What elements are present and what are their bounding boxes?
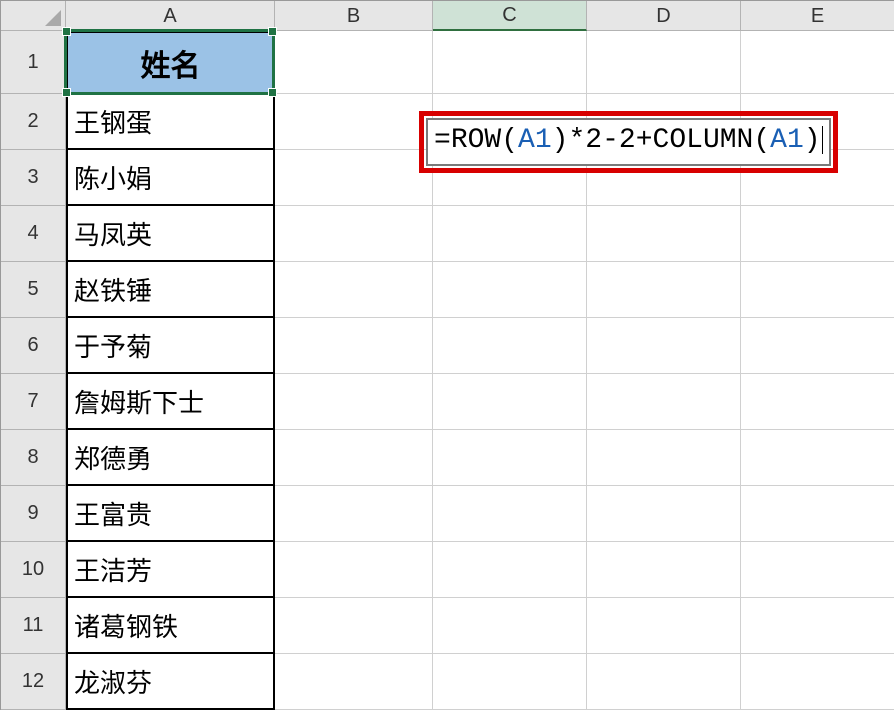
row-header-5[interactable]: 5 bbox=[1, 262, 66, 318]
cell-E10[interactable] bbox=[741, 542, 894, 598]
cell-B2[interactable] bbox=[275, 94, 433, 150]
cell-C5[interactable] bbox=[433, 262, 587, 318]
spreadsheet-grid: A B C D E 1 姓名 2 王钢蛋 3 陈小娟 4 马凤英 bbox=[0, 0, 894, 710]
formula-edit-cell[interactable]: =ROW(A1)*2-2+COLUMN(A1) bbox=[426, 118, 831, 166]
cell-D7[interactable] bbox=[587, 374, 741, 430]
cell-C12[interactable] bbox=[433, 654, 587, 710]
cell-D12[interactable] bbox=[587, 654, 741, 710]
cell-A11[interactable]: 诸葛钢铁 bbox=[66, 598, 275, 654]
col-header-D[interactable]: D bbox=[587, 1, 741, 31]
formula-token: ROW bbox=[451, 125, 501, 156]
row-header-7[interactable]: 7 bbox=[1, 374, 66, 430]
cell-C4[interactable] bbox=[433, 206, 587, 262]
cell-A6[interactable]: 于予菊 bbox=[66, 318, 275, 374]
cell-C11[interactable] bbox=[433, 598, 587, 654]
cell-B9[interactable] bbox=[275, 486, 433, 542]
cell-B12[interactable] bbox=[275, 654, 433, 710]
cell-E8[interactable] bbox=[741, 430, 894, 486]
cell-B8[interactable] bbox=[275, 430, 433, 486]
formula-token: A1 bbox=[770, 125, 804, 156]
row-header-4[interactable]: 4 bbox=[1, 206, 66, 262]
cell-B4[interactable] bbox=[275, 206, 433, 262]
cell-B5[interactable] bbox=[275, 262, 433, 318]
cell-E6[interactable] bbox=[741, 318, 894, 374]
cell-D8[interactable] bbox=[587, 430, 741, 486]
cell-C1[interactable] bbox=[433, 31, 587, 94]
cell-D6[interactable] bbox=[587, 318, 741, 374]
cell-E11[interactable] bbox=[741, 598, 894, 654]
row-header-3[interactable]: 3 bbox=[1, 150, 66, 206]
formula-highlight-annotation: =ROW(A1)*2-2+COLUMN(A1) bbox=[419, 111, 838, 173]
cell-A2[interactable]: 王钢蛋 bbox=[66, 94, 275, 150]
cell-A4[interactable]: 马凤英 bbox=[66, 206, 275, 262]
text-cursor-icon bbox=[822, 126, 823, 154]
cell-E12[interactable] bbox=[741, 654, 894, 710]
formula-token: A1 bbox=[518, 125, 552, 156]
row-header-10[interactable]: 10 bbox=[1, 542, 66, 598]
cell-A9[interactable]: 王富贵 bbox=[66, 486, 275, 542]
cell-A7[interactable]: 詹姆斯下士 bbox=[66, 374, 275, 430]
cell-C7[interactable] bbox=[433, 374, 587, 430]
col-header-C[interactable]: C bbox=[433, 1, 587, 31]
formula-token: - bbox=[602, 125, 619, 156]
cell-B11[interactable] bbox=[275, 598, 433, 654]
row-header-8[interactable]: 8 bbox=[1, 430, 66, 486]
cell-B7[interactable] bbox=[275, 374, 433, 430]
formula-token: ) bbox=[552, 125, 569, 156]
col-header-A[interactable]: A bbox=[66, 1, 275, 31]
cell-A12[interactable]: 龙淑芬 bbox=[66, 654, 275, 710]
formula-token: ) bbox=[804, 125, 821, 156]
formula-token: + bbox=[636, 125, 653, 156]
cell-D11[interactable] bbox=[587, 598, 741, 654]
row-header-12[interactable]: 12 bbox=[1, 654, 66, 710]
cell-E7[interactable] bbox=[741, 374, 894, 430]
formula-token: * bbox=[568, 125, 585, 156]
col-header-E[interactable]: E bbox=[741, 1, 894, 31]
cell-D1[interactable] bbox=[587, 31, 741, 94]
cell-C10[interactable] bbox=[433, 542, 587, 598]
row-header-1[interactable]: 1 bbox=[1, 31, 66, 94]
cell-D10[interactable] bbox=[587, 542, 741, 598]
cell-D9[interactable] bbox=[587, 486, 741, 542]
cell-B1[interactable] bbox=[275, 31, 433, 94]
cell-D5[interactable] bbox=[587, 262, 741, 318]
cell-A5[interactable]: 赵铁锤 bbox=[66, 262, 275, 318]
cell-C8[interactable] bbox=[433, 430, 587, 486]
cell-A1-header[interactable]: 姓名 bbox=[66, 31, 275, 94]
formula-token: ( bbox=[501, 125, 518, 156]
formula-token: COLUMN bbox=[653, 125, 754, 156]
cell-A3[interactable]: 陈小娟 bbox=[66, 150, 275, 206]
cell-E9[interactable] bbox=[741, 486, 894, 542]
cell-C6[interactable] bbox=[433, 318, 587, 374]
formula-token: = bbox=[434, 125, 451, 156]
formula-token: 2 bbox=[585, 125, 602, 156]
row-header-2[interactable]: 2 bbox=[1, 94, 66, 150]
formula-token: ( bbox=[753, 125, 770, 156]
cell-E1[interactable] bbox=[741, 31, 894, 94]
cell-E5[interactable] bbox=[741, 262, 894, 318]
row-header-11[interactable]: 11 bbox=[1, 598, 66, 654]
cell-D4[interactable] bbox=[587, 206, 741, 262]
row-header-6[interactable]: 6 bbox=[1, 318, 66, 374]
cell-A8[interactable]: 郑德勇 bbox=[66, 430, 275, 486]
cell-B3[interactable] bbox=[275, 150, 433, 206]
cell-B10[interactable] bbox=[275, 542, 433, 598]
row-header-9[interactable]: 9 bbox=[1, 486, 66, 542]
cell-B6[interactable] bbox=[275, 318, 433, 374]
formula-token: 2 bbox=[619, 125, 636, 156]
cell-A10[interactable]: 王洁芳 bbox=[66, 542, 275, 598]
col-header-B[interactable]: B bbox=[275, 1, 433, 31]
select-all-corner[interactable] bbox=[1, 1, 66, 31]
cell-C9[interactable] bbox=[433, 486, 587, 542]
cell-E4[interactable] bbox=[741, 206, 894, 262]
